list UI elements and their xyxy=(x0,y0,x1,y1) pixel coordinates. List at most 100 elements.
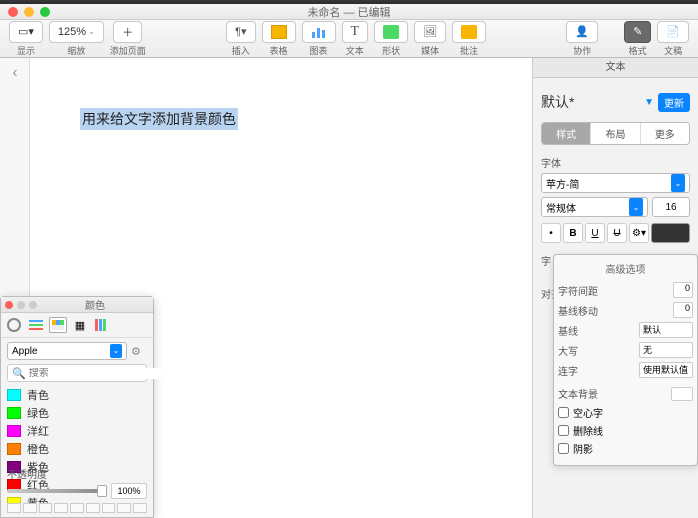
add-page-button[interactable]: ＋ xyxy=(113,21,142,43)
spectrum-tab-icon[interactable]: ▦ xyxy=(71,317,89,333)
document-icon: 📄 xyxy=(666,25,680,38)
color-picker-tabs[interactable]: ▦ xyxy=(1,313,153,338)
close-icon[interactable] xyxy=(8,7,18,17)
addpage-label: 添加页面 xyxy=(110,44,146,57)
caps-select[interactable]: 无 xyxy=(639,342,693,358)
table-label: 表格 xyxy=(270,44,288,57)
zoom-icon[interactable] xyxy=(40,7,50,17)
baseline-label: 基线 xyxy=(558,323,578,338)
chart-button[interactable] xyxy=(302,21,336,43)
pencils-tab-icon[interactable] xyxy=(93,317,111,333)
swatch-well[interactable] xyxy=(86,503,100,513)
swatch-well[interactable] xyxy=(117,503,131,513)
color-item[interactable]: 洋红 xyxy=(7,422,147,440)
swatch-well[interactable] xyxy=(23,503,37,513)
chevron-updown-icon: ⌄ xyxy=(629,198,643,216)
tab-style[interactable]: 样式 xyxy=(542,123,591,144)
search-input[interactable] xyxy=(29,368,161,379)
baseline-select[interactable]: 默认 xyxy=(639,322,693,338)
no-style-button[interactable]: • xyxy=(541,223,561,243)
text-label: 文本 xyxy=(346,44,364,57)
chart-icon xyxy=(311,25,327,39)
baseline-shift-input[interactable]: 0 xyxy=(673,302,693,318)
comment-button[interactable] xyxy=(452,21,486,43)
outline-checkbox[interactable] xyxy=(558,407,569,418)
swatch-well[interactable] xyxy=(39,503,53,513)
back-arrow-icon[interactable]: ‹ xyxy=(3,64,27,86)
swatch-well[interactable] xyxy=(54,503,68,513)
chevron-updown-icon: ⌄ xyxy=(671,174,685,192)
inspector-tabs[interactable]: 样式 布局 更多 xyxy=(541,122,690,145)
color-search[interactable]: 🔍 xyxy=(7,364,147,382)
media-button[interactable]: 🖼 xyxy=(414,21,446,43)
swatch-wells[interactable] xyxy=(7,503,147,513)
strikethrough-checkbox[interactable] xyxy=(558,425,569,436)
font-size-input[interactable] xyxy=(652,197,690,217)
search-icon: 🔍 xyxy=(12,367,26,380)
media-label: 媒体 xyxy=(421,44,439,57)
strike-button[interactable]: U xyxy=(607,223,627,243)
format-button[interactable]: ✎ xyxy=(624,21,651,43)
text-button[interactable]: T xyxy=(342,21,369,43)
strike-label: 删除线 xyxy=(573,423,603,438)
swatch-well[interactable] xyxy=(102,503,116,513)
color-item[interactable]: 橙色 xyxy=(7,440,147,458)
document-label: 文稿 xyxy=(664,44,682,57)
chevron-down-icon[interactable]: ▼ xyxy=(644,97,654,108)
font-family-select[interactable]: 苹方-简 ⌄ xyxy=(541,173,690,193)
color-item[interactable]: 绿色 xyxy=(7,404,147,422)
gear-icon[interactable]: ⚙ xyxy=(131,345,147,358)
insert-button[interactable]: ¶▾ xyxy=(226,21,255,43)
color-item[interactable]: 青色 xyxy=(7,386,147,404)
swatch-well[interactable] xyxy=(70,503,84,513)
wheel-tab-icon[interactable] xyxy=(5,317,23,333)
colors-titlebar[interactable]: 颜色 xyxy=(1,297,153,313)
gear-button[interactable]: ⚙▾ xyxy=(629,223,649,243)
tab-layout[interactable]: 布局 xyxy=(591,123,640,144)
bold-button[interactable]: B xyxy=(563,223,583,243)
traffic-lights[interactable] xyxy=(8,7,50,17)
opacity-slider[interactable] xyxy=(7,489,107,493)
update-style-button[interactable]: 更新 xyxy=(658,93,690,112)
view-button[interactable]: ▭▾ xyxy=(9,21,43,43)
zoom-select[interactable]: 125% ⌄ xyxy=(49,21,104,43)
shadow-checkbox[interactable] xyxy=(558,443,569,454)
table-button[interactable] xyxy=(262,21,296,43)
selected-text[interactable]: 用来给文字添加背景颜色 xyxy=(80,108,238,130)
sliders-tab-icon[interactable] xyxy=(27,317,45,333)
advanced-title: 高级选项 xyxy=(558,261,693,276)
minimize-icon[interactable] xyxy=(24,7,34,17)
person-icon: 👤 xyxy=(575,25,589,38)
text-color-swatch[interactable] xyxy=(651,223,690,243)
palette-select[interactable]: Apple⌄ xyxy=(7,342,127,360)
close-icon[interactable] xyxy=(5,301,13,309)
inspector-top-tab[interactable]: 文本 xyxy=(533,58,698,78)
slider-thumb[interactable] xyxy=(97,485,107,497)
collab-button[interactable]: 👤 xyxy=(566,21,598,43)
format-label: 格式 xyxy=(629,44,647,57)
zoom-label: 缩放 xyxy=(67,44,85,57)
insert-label: 插入 xyxy=(232,44,250,57)
color-name: 青色 xyxy=(27,387,49,403)
document-button[interactable]: 📄 xyxy=(657,21,689,43)
paragraph-icon: ¶▾ xyxy=(235,25,246,38)
textbg-color-well[interactable] xyxy=(671,387,693,401)
brush-icon: ✎ xyxy=(633,25,642,38)
paragraph-style-name[interactable]: 默认* xyxy=(541,92,574,112)
window-title: 未命名 — 已编辑 xyxy=(307,4,390,20)
ligature-label: 连字 xyxy=(558,363,578,378)
ligature-select[interactable]: 使用默认值 xyxy=(639,362,693,378)
palettes-tab-icon[interactable] xyxy=(49,317,67,333)
tab-more[interactable]: 更多 xyxy=(641,123,689,144)
swatch-well[interactable] xyxy=(133,503,147,513)
font-weight-select[interactable]: 常规体 ⌄ xyxy=(541,197,648,217)
shape-label: 形状 xyxy=(382,44,400,57)
underline-button[interactable]: U xyxy=(585,223,605,243)
comment-label: 批注 xyxy=(460,44,478,57)
zoom-icon xyxy=(29,301,37,309)
shape-button[interactable] xyxy=(374,21,408,43)
swatch-well[interactable] xyxy=(7,503,21,513)
text-icon: T xyxy=(351,24,360,40)
opacity-value[interactable]: 100% xyxy=(111,483,147,499)
char-spacing-input[interactable]: 0 xyxy=(673,282,693,298)
